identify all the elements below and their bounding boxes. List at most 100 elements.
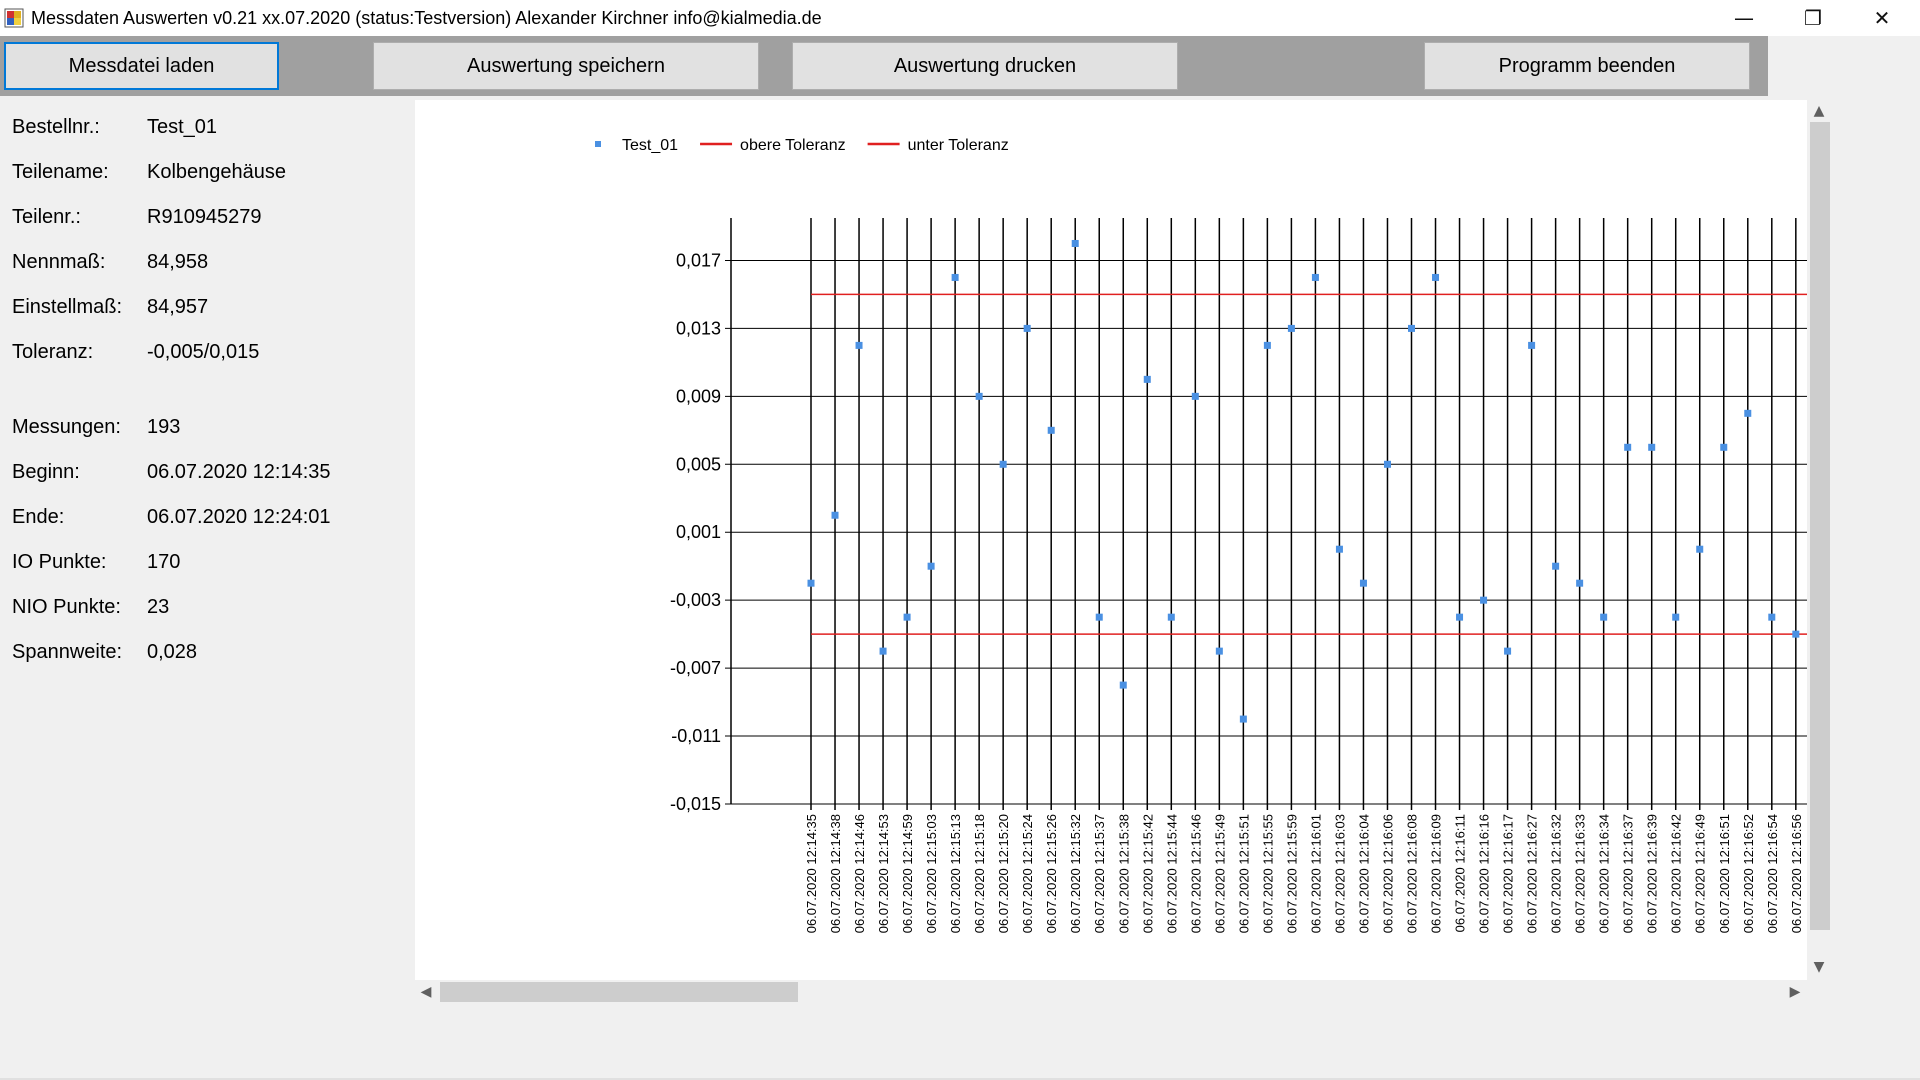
data-point [1239, 715, 1247, 723]
x-tick-label: 06.07.2020 12:15:32 [1068, 814, 1083, 933]
x-tick-label: 06.07.2020 12:16:49 [1693, 814, 1708, 933]
scroll-left-icon[interactable]: ◀ [416, 982, 436, 1002]
scroll-down-icon[interactable]: ▼ [1809, 957, 1829, 977]
data-point [1792, 630, 1800, 638]
info-label-nominal: Nennmaß: [12, 251, 106, 273]
x-tick-label: 06.07.2020 12:15:18 [972, 814, 987, 933]
data-point [975, 392, 983, 400]
x-tick-label: 06.07.2020 12:15:26 [1044, 814, 1059, 933]
info-value-order-number: Test_01 [147, 116, 218, 138]
data-point [1023, 324, 1031, 332]
data-point [1504, 647, 1512, 655]
info-value-part-number: R910945279 [147, 206, 262, 228]
data-point [1480, 596, 1488, 604]
x-tick-label: 06.07.2020 12:16:01 [1308, 814, 1323, 933]
legend-marker-point [595, 141, 601, 147]
data-point [1576, 579, 1584, 587]
vertical-scrollbar-thumb[interactable] [1810, 122, 1830, 930]
x-tick-label: 06.07.2020 12:14:38 [828, 814, 843, 933]
info-value-range: 0,028 [147, 641, 198, 663]
x-tick-label: 06.07.2020 12:14:59 [900, 814, 915, 933]
data-point [1528, 341, 1536, 349]
x-tick-label: 06.07.2020 12:14:46 [852, 814, 867, 933]
data-point [1335, 545, 1343, 553]
x-tick-label: 06.07.2020 12:16:54 [1765, 814, 1780, 933]
data-point [1672, 613, 1680, 621]
minimize-icon[interactable]: — [1709, 0, 1779, 36]
info-value-start: 06.07.2020 12:14:35 [147, 461, 331, 483]
exit-program-button[interactable]: Programm beenden [1424, 42, 1750, 90]
data-point [999, 460, 1007, 468]
data-point [1191, 392, 1199, 400]
info-label-start: Beginn: [12, 461, 80, 483]
save-evaluation-button[interactable]: Auswertung speichern [373, 42, 759, 90]
data-point [1095, 613, 1103, 621]
info-label-part-number: Teilenr.: [12, 206, 81, 228]
horizontal-scrollbar-thumb[interactable] [440, 982, 798, 1002]
x-tick-label: 06.07.2020 12:16:51 [1717, 814, 1732, 933]
data-point [927, 562, 935, 570]
data-point [1720, 443, 1728, 451]
measurement-chart: 0,017 0,013 0,009 0,005 0,001 -0,003 -0,007 -0,… [595, 137, 1807, 933]
info-label-nio-points: NIO Punkte: [12, 596, 121, 618]
data-point [1768, 613, 1776, 621]
legend-label: Test_01 [622, 137, 678, 154]
x-tick-label: 06.07.2020 12:15:03 [924, 814, 939, 933]
y-tick-label: -0,015 [670, 794, 721, 814]
info-value-measurements: 193 [147, 416, 181, 438]
x-tick-label: 06.07.2020 12:16:52 [1741, 814, 1756, 933]
info-label-order-number: Bestellnr.: [12, 116, 100, 138]
x-tick-label: 06.07.2020 12:15:37 [1092, 814, 1107, 933]
scroll-up-icon[interactable]: ▲ [1809, 101, 1829, 121]
scroll-right-icon[interactable]: ▶ [1785, 982, 1805, 1002]
x-tick-label: 06.07.2020 12:16:39 [1645, 814, 1660, 933]
x-tick-label: 06.07.2020 12:15:42 [1140, 814, 1155, 933]
x-tick-label: 06.07.2020 12:16:42 [1669, 814, 1684, 933]
info-label-end: Ende: [12, 506, 65, 528]
data-point [1287, 324, 1295, 332]
load-file-button[interactable]: Messdatei laden [4, 42, 279, 90]
data-point [1383, 460, 1391, 468]
y-tick-label: -0,011 [671, 726, 721, 746]
y-tick-label: 0,009 [676, 386, 721, 406]
info-value-io-points: 170 [147, 551, 181, 573]
info-label-part-name: Teilename: [12, 161, 109, 183]
window-title: Messdaten Auswerten v0.21 xx.07.2020 (st… [31, 8, 822, 28]
x-tick-label: 06.07.2020 12:16:56 [1789, 814, 1804, 933]
x-tick-label: 06.07.2020 12:16:32 [1549, 814, 1564, 933]
x-tick-label: 06.07.2020 12:15:55 [1260, 814, 1275, 933]
info-panel: Bestellnr.: Test_01 Teilename: Kolbengeh… [0, 96, 415, 1080]
x-tick-label: 06.07.2020 12:16:16 [1477, 814, 1492, 933]
data-point [1456, 613, 1464, 621]
app-icon [4, 8, 24, 28]
info-label-io-points: IO Punkte: [12, 551, 107, 573]
data-point [1600, 613, 1608, 621]
data-point [807, 579, 815, 587]
x-tick-label: 06.07.2020 12:15:44 [1164, 814, 1179, 933]
x-tick-label: 06.07.2020 12:16:37 [1621, 814, 1636, 933]
close-icon[interactable]: ✕ [1847, 0, 1917, 36]
info-label-setting: Einstellmaß: [12, 296, 123, 318]
data-point [1119, 681, 1127, 689]
info-label-range: Spannweite: [12, 641, 123, 663]
x-tick-label: 06.07.2020 12:16:03 [1332, 814, 1347, 933]
x-tick-label: 06.07.2020 12:14:53 [876, 814, 891, 933]
data-point [1744, 409, 1752, 417]
y-tick-label: 0,013 [676, 318, 721, 338]
restore-icon[interactable]: ❐ [1778, 0, 1848, 36]
x-tick-label: 06.07.2020 12:15:59 [1284, 814, 1299, 933]
data-point [879, 647, 887, 655]
data-point [951, 273, 959, 281]
info-value-tolerance: -0,005/0,015 [147, 341, 260, 363]
x-tick-label: 06.07.2020 12:15:49 [1212, 814, 1227, 933]
info-value-part-name: Kolbengehäuse [147, 161, 287, 183]
data-point [1071, 239, 1079, 247]
x-tick-label: 06.07.2020 12:15:24 [1020, 814, 1035, 933]
data-point [1432, 273, 1440, 281]
print-evaluation-button[interactable]: Auswertung drucken [792, 42, 1178, 90]
data-point [1359, 579, 1367, 587]
info-value-nio-points: 23 [147, 596, 170, 618]
data-point [831, 511, 839, 519]
x-tick-label: 06.07.2020 12:15:38 [1116, 814, 1131, 933]
x-tick-label: 06.07.2020 12:16:08 [1405, 814, 1420, 933]
